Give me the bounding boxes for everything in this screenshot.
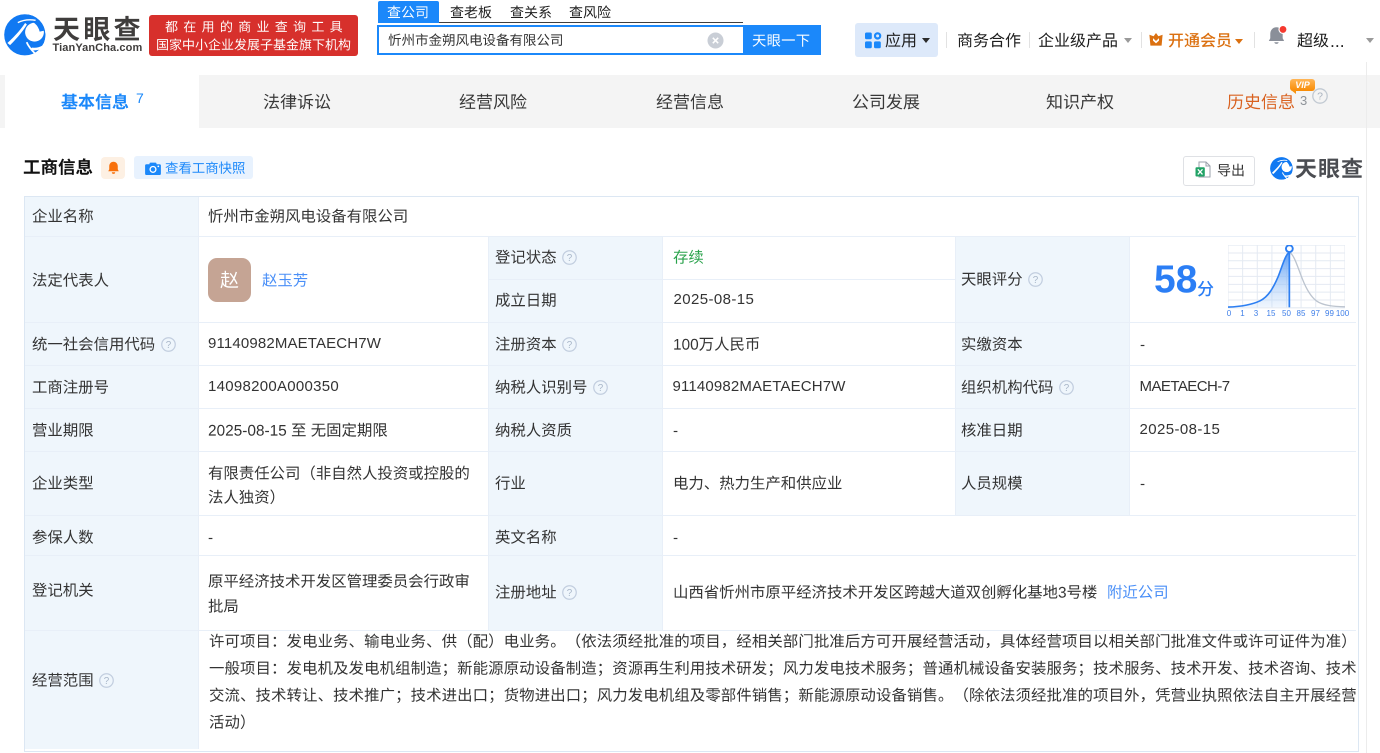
svg-text:?: ?: [598, 382, 604, 393]
svg-text:?: ?: [1317, 90, 1323, 102]
svg-text:?: ?: [1033, 275, 1039, 286]
svg-text:?: ?: [1064, 382, 1070, 393]
svg-text:?: ?: [567, 588, 573, 599]
svg-text:?: ?: [165, 339, 171, 350]
svg-text:?: ?: [567, 339, 573, 350]
svg-text:?: ?: [567, 253, 573, 264]
svg-text:?: ?: [104, 676, 110, 687]
